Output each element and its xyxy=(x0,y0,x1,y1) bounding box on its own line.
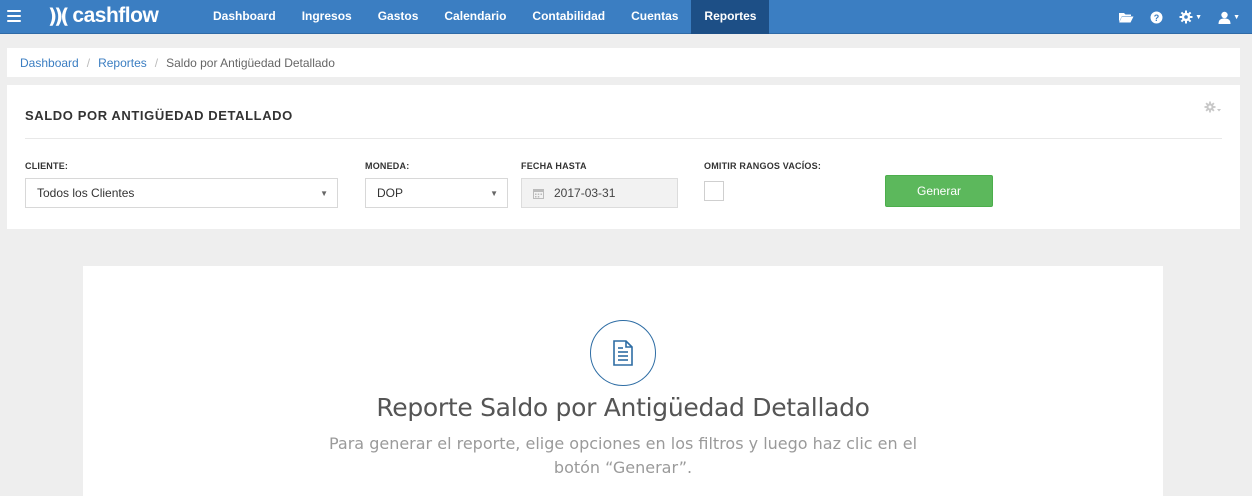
top-navbar: ))( cashflow Dashboard Ingresos Gastos C… xyxy=(0,0,1252,34)
logo-text: cashflow xyxy=(72,4,159,27)
nav-right-tools: ? ▼ ▼ xyxy=(1110,0,1252,34)
user-icon[interactable]: ▼ xyxy=(1210,0,1252,34)
nav-item-reportes[interactable]: Reportes xyxy=(691,0,770,34)
breadcrumb-link-reportes[interactable]: Reportes xyxy=(98,56,147,70)
omitir-rangos-checkbox[interactable] xyxy=(704,181,724,201)
chevron-down-icon: ▼ xyxy=(1233,13,1240,21)
help-circle-icon[interactable]: ? xyxy=(1142,0,1171,34)
document-icon xyxy=(590,320,656,386)
cliente-label: CLIENTE: xyxy=(25,161,69,171)
divider xyxy=(25,138,1222,139)
gear-icon[interactable]: ▼ xyxy=(1171,0,1210,34)
panel-settings-icon[interactable] xyxy=(1204,101,1222,117)
nav-item-cuentas[interactable]: Cuentas xyxy=(618,0,691,34)
fecha-hasta-value: 2017-03-31 xyxy=(554,186,616,200)
report-empty-state: Reporte Saldo por Antigüedad Detallado P… xyxy=(83,266,1163,496)
chevron-down-icon: ▼ xyxy=(1195,13,1203,21)
empty-state-subtitle: Para generar el reporte, elige opciones … xyxy=(328,434,918,477)
fecha-hasta-field[interactable]: 2017-03-31 xyxy=(521,178,678,208)
moneda-select[interactable]: DOP ▼ xyxy=(365,178,508,208)
calendar-icon xyxy=(533,188,544,199)
empty-state-title: Reporte Saldo por Antigüedad Detallado xyxy=(376,393,870,422)
page-title: SALDO POR ANTIGÜEDAD DETALLADO xyxy=(25,108,293,123)
nav-item-contabilidad[interactable]: Contabilidad xyxy=(519,0,618,34)
breadcrumb-separator: / xyxy=(154,55,159,70)
moneda-select-value: DOP xyxy=(377,186,404,200)
fecha-hasta-label: FECHA HASTA xyxy=(521,161,587,171)
app-logo[interactable]: ))( cashflow xyxy=(48,3,159,29)
nav-item-gastos[interactable]: Gastos xyxy=(365,0,432,34)
svg-text:?: ? xyxy=(1154,13,1160,23)
breadcrumb: Dashboard / Reportes / Saldo por Antigüe… xyxy=(7,48,1240,77)
generate-button[interactable]: Generar xyxy=(885,175,993,207)
logo-mark: ))( xyxy=(48,4,69,28)
caret-down-icon: ▼ xyxy=(490,189,498,198)
main-nav: Dashboard Ingresos Gastos Calendario Con… xyxy=(200,0,770,34)
cliente-select-value: Todos los Clientes xyxy=(37,186,135,200)
cliente-select[interactable]: Todos los Clientes ▼ xyxy=(25,178,338,208)
breadcrumb-current: Saldo por Antigüedad Detallado xyxy=(166,55,335,70)
filter-panel: SALDO POR ANTIGÜEDAD DETALLADO CLIENTE: … xyxy=(7,85,1240,229)
caret-down-icon: ▼ xyxy=(320,189,328,198)
menu-icon[interactable] xyxy=(7,10,21,22)
nav-item-dashboard[interactable]: Dashboard xyxy=(200,0,289,34)
breadcrumb-separator: / xyxy=(86,55,91,70)
breadcrumb-link-dashboard[interactable]: Dashboard xyxy=(20,56,79,70)
omitir-rangos-label: OMITIR RANGOS VACÍOS: xyxy=(704,161,822,171)
folder-open-icon[interactable] xyxy=(1110,0,1142,34)
moneda-label: MONEDA: xyxy=(365,161,410,171)
nav-item-ingresos[interactable]: Ingresos xyxy=(289,0,365,34)
nav-item-calendario[interactable]: Calendario xyxy=(431,0,519,34)
